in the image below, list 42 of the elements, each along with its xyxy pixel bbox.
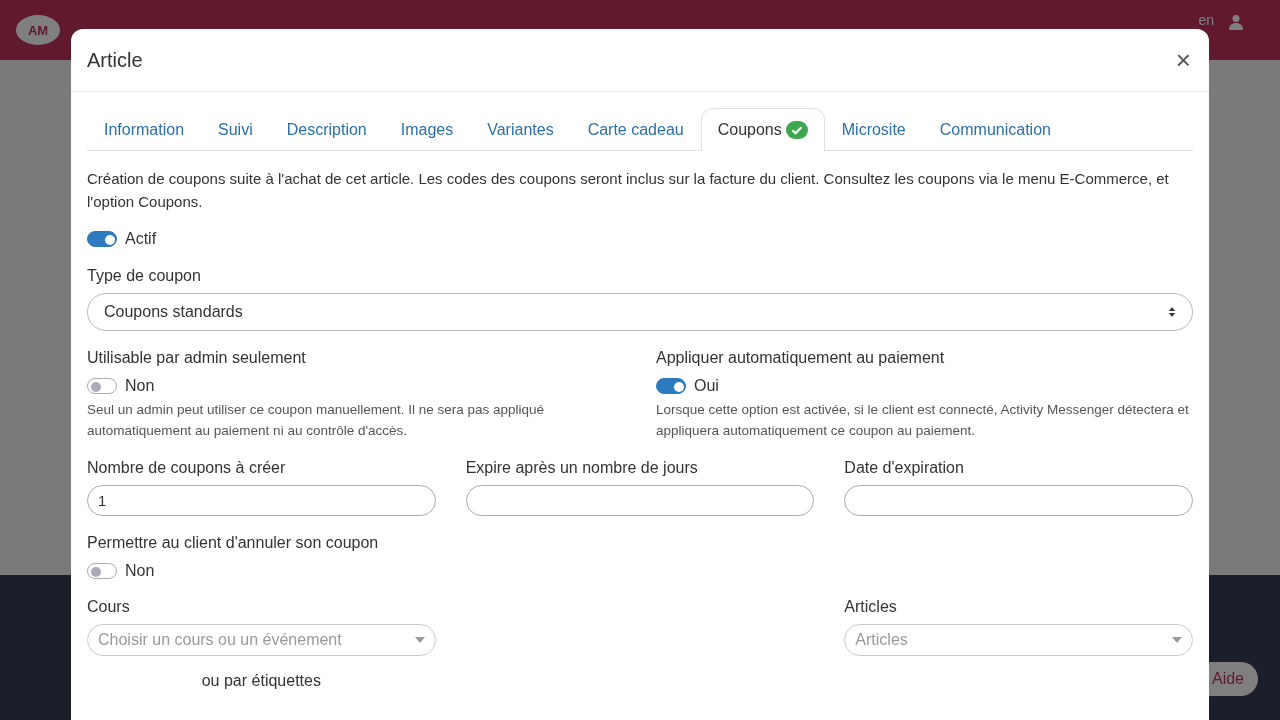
user-icon[interactable] — [1228, 14, 1244, 30]
tab[interactable]: Carte cadeau — [570, 108, 701, 150]
field-label: Nombre de coupons à créer — [87, 459, 287, 477]
tab[interactable]: Description — [269, 108, 384, 150]
toggle-switch[interactable] — [87, 378, 117, 394]
field-label: Articles — [844, 598, 898, 616]
intro-text: Création de coupons suite à l'achat de cet article. Les codes des coupons seront inclus sur la facture du client. Consultez les coupons via le menu E-Commerce, et l'option Coupons. — [87, 169, 1170, 212]
field-label: Permettre au client d'annuler son coupon — [87, 534, 380, 552]
modal-title: Article — [87, 48, 143, 72]
toggle-label: Non — [125, 562, 155, 580]
tab[interactable]: Suivi — [201, 108, 270, 150]
toggle-switch[interactable] — [87, 563, 117, 579]
toggle-label: Non — [125, 377, 155, 395]
help-text: Lorsque cette option est activée, si le client est connecté, Activity Messenger détectera et appliquera automatiquement ce coupon au paiement. — [656, 401, 1190, 440]
toggle-label: Actif — [125, 230, 157, 248]
tab[interactable]: Images — [383, 108, 471, 150]
field-label: Cours — [87, 598, 131, 616]
tab[interactable]: Information — [87, 108, 202, 150]
alternative-label: ou par étiquettes — [200, 672, 322, 690]
field-label: Expire après un nombre de jours — [465, 459, 699, 477]
logo-icon[interactable]: AM — [16, 15, 60, 45]
toggle-label: Oui — [694, 377, 719, 395]
language-link[interactable]: en — [1198, 12, 1214, 28]
field-label: Appliquer automatiquement au paiement — [656, 349, 946, 367]
toggle-switch[interactable] — [87, 231, 117, 247]
close-button[interactable]: × — [1173, 47, 1193, 73]
input-field[interactable]: 1 — [87, 485, 436, 516]
tab[interactable]: Variantes — [470, 108, 571, 150]
tab[interactable]: Microsite — [824, 108, 923, 150]
field-label: Date d'expiration — [844, 459, 965, 477]
field-label: Utilisable par admin seulement — [87, 349, 307, 367]
help-text: Seul un admin peut utiliser ce coupon manuellement. Il ne sera pas appliqué automatiquement au paiement ni au contrôle d'accès. — [87, 401, 546, 440]
tab[interactable]: Coupons — [700, 108, 825, 151]
sort-arrows-icon — [1168, 306, 1176, 318]
field-label: Type de coupon — [87, 267, 202, 285]
input-field[interactable] — [844, 485, 1193, 516]
input-field[interactable] — [465, 485, 815, 516]
caret-icon — [414, 637, 425, 643]
check-badge-icon — [785, 121, 808, 139]
caret-icon — [1172, 637, 1182, 643]
tab[interactable]: Communication — [922, 108, 1068, 150]
toggle-switch[interactable] — [656, 378, 686, 394]
